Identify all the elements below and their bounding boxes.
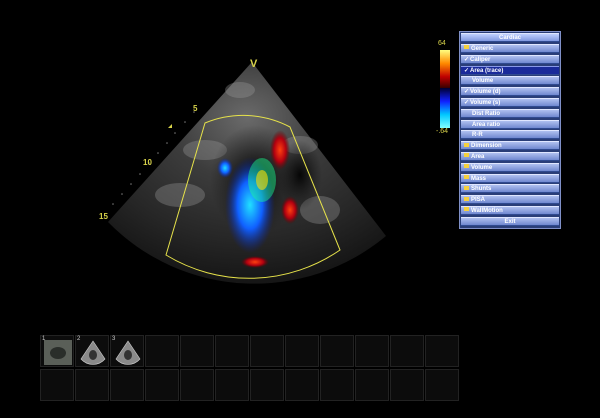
thumbnail-slot-empty[interactable] bbox=[320, 369, 354, 401]
menu-item-label: Area bbox=[471, 154, 485, 160]
thumbnail-slot-empty[interactable] bbox=[285, 335, 319, 367]
color-scale-min: -.64 bbox=[436, 128, 449, 135]
menu-item-volume-d[interactable]: ✓Volume (d) bbox=[461, 87, 559, 97]
menu-item-dist-ratio[interactable]: Dist Ratio bbox=[461, 108, 559, 118]
menu-item-label: Volume (d) bbox=[470, 89, 501, 96]
thumbnail-slot-empty[interactable] bbox=[180, 335, 214, 367]
thumbnail-slot-empty[interactable] bbox=[110, 369, 144, 401]
menu-item-area-ratio[interactable]: Area ratio bbox=[461, 119, 559, 129]
menu-item-volume[interactable]: Volume bbox=[461, 162, 559, 172]
thumbnail-number: 2 bbox=[77, 336, 81, 342]
menu-item-label: Volume (s) bbox=[470, 100, 501, 106]
menu-item-volume-s[interactable]: ✓Volume (s) bbox=[461, 98, 559, 107]
menu-item-dimension[interactable]: Dimension bbox=[461, 141, 559, 151]
menu-item-label: Caliper bbox=[470, 56, 491, 63]
thumbnail-slot-empty[interactable] bbox=[145, 369, 179, 401]
menu-item-label: R-R bbox=[472, 132, 483, 139]
thumbnail-slot-empty[interactable] bbox=[390, 369, 424, 401]
echo-thumbnail-icon bbox=[44, 340, 72, 365]
thumbnail-slot-empty[interactable] bbox=[320, 335, 354, 367]
folder-icon bbox=[464, 164, 469, 169]
menu-item-label: Mass bbox=[471, 175, 487, 182]
color-scale-positive-bar bbox=[440, 50, 450, 90]
thumbnail-slot-empty[interactable] bbox=[425, 369, 459, 401]
menu-item-generic[interactable]: Generic bbox=[461, 44, 559, 53]
menu-item-label: Volume bbox=[471, 164, 493, 171]
depth-mark-15: 15 bbox=[99, 212, 108, 221]
folder-icon bbox=[464, 185, 469, 190]
menu-item-caliper[interactable]: ✓Caliper bbox=[461, 54, 559, 64]
folder-icon bbox=[464, 45, 469, 50]
thumbnail-3[interactable]: 3 bbox=[110, 335, 144, 367]
menu-item-area[interactable]: Area bbox=[461, 152, 559, 161]
folder-icon bbox=[464, 207, 469, 212]
thumbnail-slot-empty[interactable] bbox=[215, 335, 249, 367]
thumbnail-slot-empty[interactable] bbox=[355, 335, 389, 367]
menu-item-area-trace[interactable]: ✓Area (trace) bbox=[461, 65, 559, 75]
thumbnail-slot-empty[interactable] bbox=[40, 369, 74, 401]
menu-item-label: WallMotion bbox=[471, 208, 503, 214]
probe-orientation-marker: V bbox=[250, 58, 258, 70]
thumbnail-slot-empty[interactable] bbox=[145, 335, 179, 367]
menu-item-label: Dimension bbox=[471, 143, 502, 150]
sector-thumbnail-icon bbox=[115, 340, 141, 365]
folder-icon bbox=[464, 142, 469, 147]
thumbnail-slot-empty[interactable] bbox=[425, 335, 459, 367]
menu-item-label: Area ratio bbox=[472, 121, 501, 128]
thumbnail-slot-empty[interactable] bbox=[250, 335, 284, 367]
thumbnail-slot-empty[interactable] bbox=[215, 369, 249, 401]
menu-item-volume[interactable]: Volume bbox=[461, 76, 559, 86]
menu-item-mass[interactable]: Mass bbox=[461, 173, 559, 183]
measurement-menu: Cardiac Generic ✓Caliper ✓Area (trace) Volu… bbox=[459, 31, 561, 229]
menu-item-label: Generic bbox=[471, 46, 494, 52]
thumbnail-slot-empty[interactable] bbox=[75, 369, 109, 401]
exit-button[interactable]: Exit bbox=[461, 217, 559, 226]
thumbnail-2[interactable]: 2 bbox=[75, 335, 109, 367]
color-scale-max: 64 bbox=[438, 40, 446, 47]
thumbnail-slot-empty[interactable] bbox=[390, 335, 424, 367]
menu-item-label: PISA bbox=[471, 197, 486, 204]
depth-mark-5: 5 bbox=[193, 104, 198, 113]
menu-item-label: Dist Ratio bbox=[472, 110, 501, 117]
thumbnail-1[interactable]: 1 bbox=[40, 335, 74, 367]
menu-item-label: Area (trace) bbox=[470, 67, 504, 74]
folder-icon bbox=[464, 196, 469, 201]
menu-item-shunts[interactable]: Shunts bbox=[461, 184, 559, 194]
sector-thumbnail-icon bbox=[80, 340, 106, 365]
color-scale-negative-bar bbox=[440, 88, 450, 128]
menu-item-wallmotion[interactable]: WallMotion bbox=[461, 206, 559, 215]
thumbnail-slot-empty[interactable] bbox=[355, 369, 389, 401]
menu-item-label: Shunts bbox=[471, 186, 492, 193]
folder-icon bbox=[464, 175, 469, 180]
folder-icon bbox=[464, 153, 469, 158]
thumbnail-slot-empty[interactable] bbox=[250, 369, 284, 401]
thumbnail-slot-empty[interactable] bbox=[180, 369, 214, 401]
thumbnail-number: 3 bbox=[112, 336, 116, 342]
menu-item-r-r[interactable]: R-R bbox=[461, 130, 559, 140]
menu-item-pisa[interactable]: PISA bbox=[461, 195, 559, 205]
menu-title: Cardiac bbox=[461, 33, 559, 42]
depth-mark-10: 10 bbox=[143, 158, 152, 167]
thumbnail-number: 1 bbox=[42, 336, 46, 342]
menu-item-label: Volume bbox=[472, 78, 494, 85]
thumbnail-slot-empty[interactable] bbox=[285, 369, 319, 401]
